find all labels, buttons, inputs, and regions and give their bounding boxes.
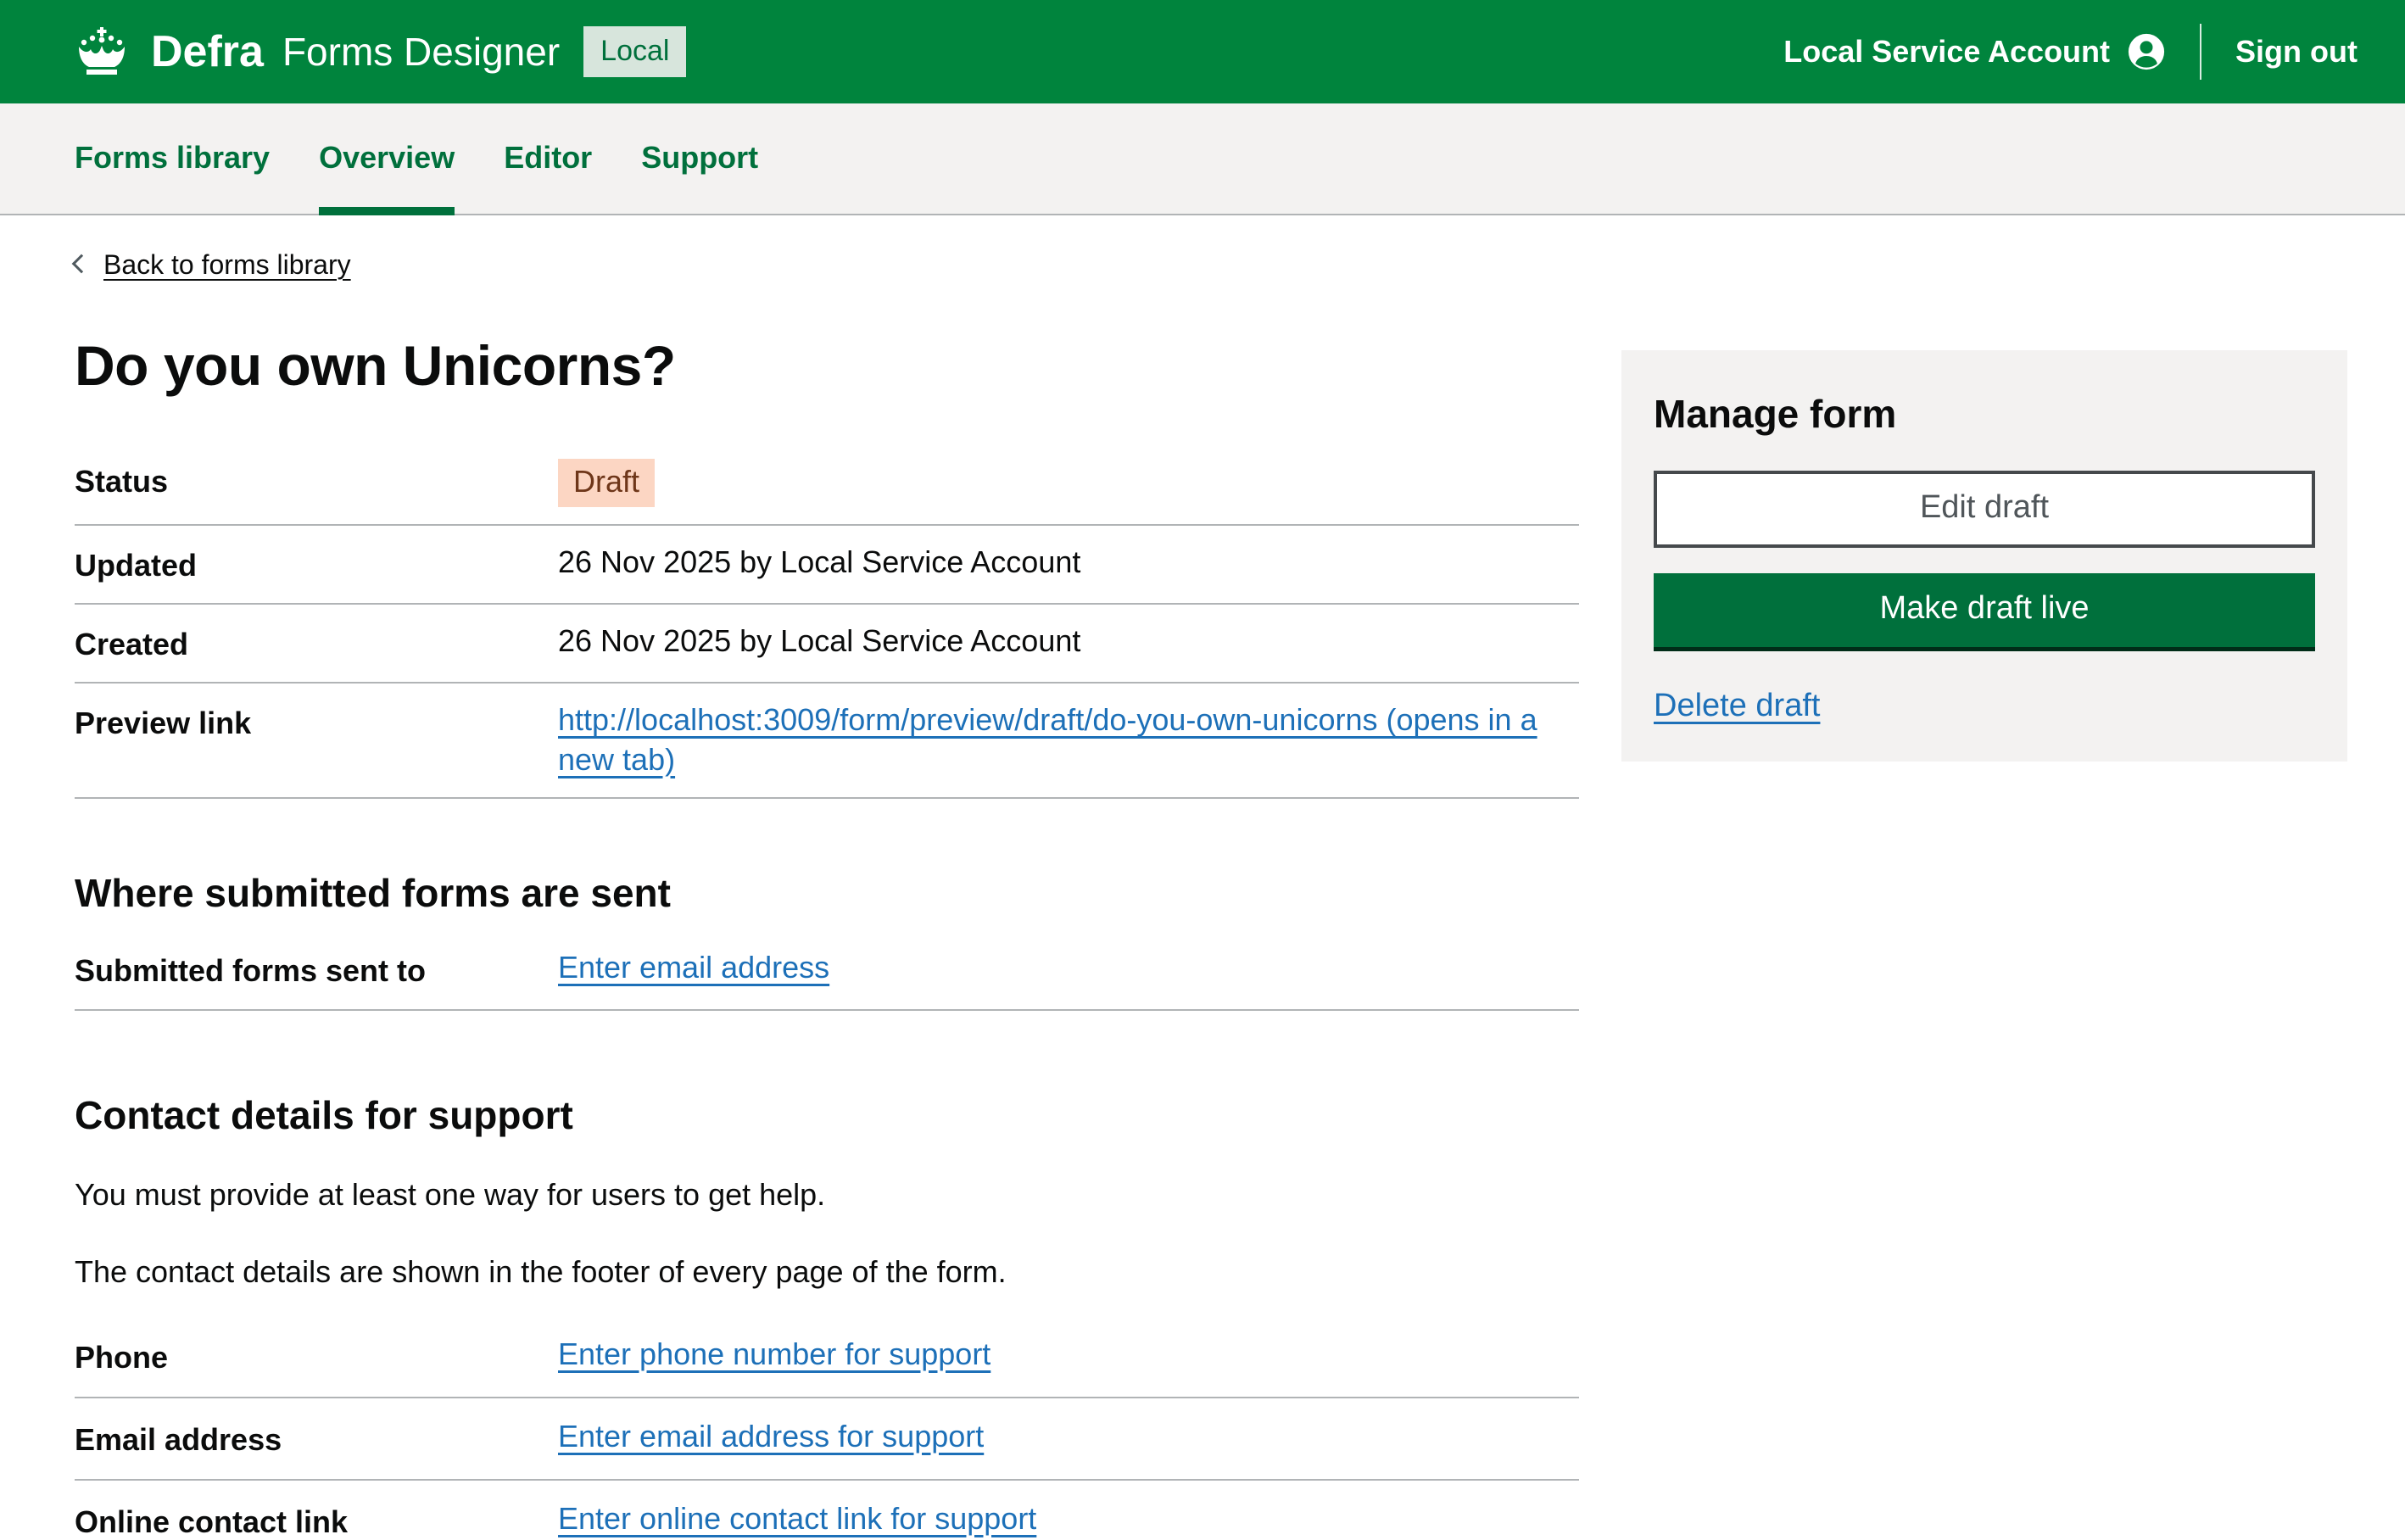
- summary-row-created: Created 26 Nov 2025 by Local Service Acc…: [75, 605, 1579, 684]
- created-value: 26 Nov 2025 by Local Service Account: [558, 622, 1579, 661]
- status-label: Status: [75, 459, 558, 502]
- contact-intro-1: You must provide at least one way for us…: [75, 1175, 1579, 1215]
- status-value: Draft: [558, 459, 1579, 507]
- person-icon: [2127, 32, 2166, 71]
- submission-rows: Submitted forms sent to Enter email addr…: [75, 929, 1579, 1012]
- header-branding[interactable]: Defra Forms Designer Local: [75, 26, 686, 77]
- enter-support-email-link[interactable]: Enter email address for support: [558, 1419, 984, 1454]
- preview-link[interactable]: http://localhost:3009/form/preview/draft…: [558, 702, 1537, 777]
- nav-item-editor[interactable]: Editor: [504, 103, 592, 215]
- summary-row-phone: Phone Enter phone number for support: [75, 1316, 1579, 1398]
- summary-row-email: Email address Enter email address for su…: [75, 1398, 1579, 1481]
- account-link[interactable]: Local Service Account: [1783, 34, 2110, 70]
- environment-tag: Local: [583, 26, 686, 77]
- contact-rows: Phone Enter phone number for support Ema…: [75, 1316, 1579, 1540]
- main-content: Do you own Unicorns? Status Draft Update…: [75, 281, 1579, 1540]
- summary-row-online-contact: Online contact link Enter online contact…: [75, 1481, 1579, 1540]
- sign-out-link[interactable]: Sign out: [2235, 34, 2358, 70]
- summary-row-submitted-forms: Submitted forms sent to Enter email addr…: [75, 929, 1579, 1012]
- product-name: Forms Designer: [282, 29, 560, 75]
- email-address-label: Email address: [75, 1417, 558, 1460]
- created-label: Created: [75, 622, 558, 665]
- delete-draft-link[interactable]: Delete draft: [1654, 688, 1820, 723]
- chevron-left-icon: [72, 254, 92, 273]
- updated-label: Updated: [75, 543, 558, 586]
- contact-intro-2: The contact details are shown in the foo…: [75, 1253, 1579, 1292]
- enter-online-contact-link[interactable]: Enter online contact link for support: [558, 1501, 1036, 1536]
- org-name: Defra: [151, 26, 264, 77]
- crown-icon: [75, 27, 129, 76]
- manage-form-heading: Manage form: [1654, 391, 2315, 437]
- manage-form-panel: Manage form Edit draft Make draft live D…: [1621, 350, 2347, 762]
- sidebar: Manage form Edit draft Make draft live D…: [1621, 350, 2347, 762]
- phone-label: Phone: [75, 1335, 558, 1378]
- header-account-area: Local Service Account Sign out: [1783, 24, 2358, 80]
- preview-link-label: Preview link: [75, 700, 558, 744]
- edit-draft-button[interactable]: Edit draft: [1654, 471, 2315, 548]
- submission-section-heading: Where submitted forms are sent: [75, 870, 1579, 916]
- updated-value: 26 Nov 2025 by Local Service Account: [558, 543, 1579, 583]
- page-body: Do you own Unicorns? Status Draft Update…: [0, 281, 2405, 1540]
- enter-email-address-link[interactable]: Enter email address: [558, 950, 829, 985]
- status-badge: Draft: [558, 459, 655, 507]
- header-divider: [2200, 24, 2201, 80]
- nav-item-overview[interactable]: Overview: [319, 103, 455, 215]
- page-title: Do you own Unicorns?: [75, 333, 1579, 398]
- back-to-forms-library-link[interactable]: Back to forms library: [103, 249, 351, 281]
- enter-phone-number-link[interactable]: Enter phone number for support: [558, 1336, 990, 1371]
- service-navigation: Forms library Overview Editor Support: [0, 103, 2405, 215]
- form-summary-list: Status Draft Updated 26 Nov 2025 by Loca…: [75, 442, 1579, 799]
- back-row: Back to forms library: [0, 215, 2405, 281]
- nav-item-forms-library[interactable]: Forms library: [75, 103, 270, 215]
- make-draft-live-button[interactable]: Make draft live: [1654, 573, 2315, 647]
- summary-row-preview-link: Preview link http://localhost:3009/form/…: [75, 684, 1579, 799]
- contact-section-heading: Contact details for support: [75, 1092, 1579, 1138]
- app-header: Defra Forms Designer Local Local Service…: [0, 0, 2405, 103]
- nav-item-support[interactable]: Support: [641, 103, 758, 215]
- submitted-forms-label: Submitted forms sent to: [75, 948, 558, 991]
- online-contact-link-label: Online contact link: [75, 1499, 558, 1540]
- summary-row-status: Status Draft: [75, 442, 1579, 526]
- summary-row-updated: Updated 26 Nov 2025 by Local Service Acc…: [75, 526, 1579, 605]
